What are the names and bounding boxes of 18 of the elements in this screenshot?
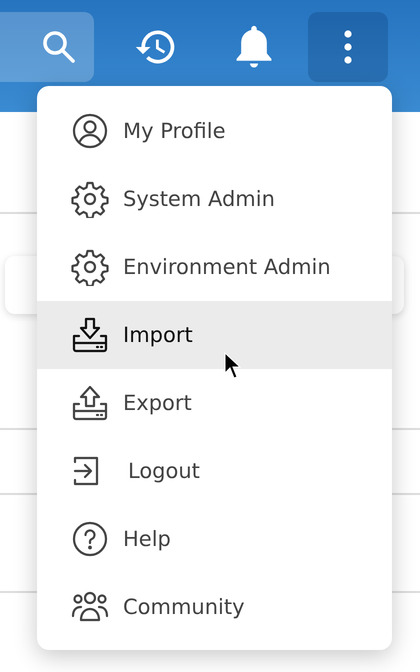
search-icon: [43, 31, 75, 63]
menu-item[interactable]: System Admin: [37, 165, 392, 233]
menu-item[interactable]: Help: [37, 505, 392, 573]
profile-icon: [71, 112, 109, 150]
menu-item[interactable]: Community: [37, 573, 392, 641]
gear-icon: [71, 248, 109, 286]
menu-item[interactable]: Environment Admin: [37, 233, 392, 301]
menu-item[interactable]: Logout: [37, 437, 392, 505]
export-icon: [71, 384, 109, 422]
menu-item[interactable]: Import: [37, 301, 392, 369]
gear-icon: [71, 180, 109, 218]
import-icon: [71, 316, 109, 354]
help-icon: [71, 520, 109, 558]
menu-item[interactable]: My Profile: [37, 97, 392, 165]
more-button[interactable]: [308, 12, 388, 82]
search-button[interactable]: [0, 12, 94, 82]
menu-item[interactable]: Export: [37, 369, 392, 437]
more-icon: [343, 29, 353, 65]
